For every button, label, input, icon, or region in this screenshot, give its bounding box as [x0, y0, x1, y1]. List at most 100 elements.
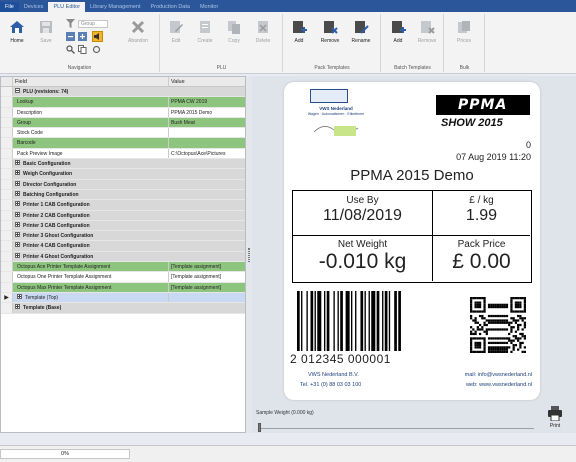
grid-section-row[interactable]: Weigh Configuration: [1, 169, 245, 180]
value-column-header[interactable]: Value: [169, 77, 245, 86]
prices-button[interactable]: Prices: [451, 17, 477, 53]
field-cell[interactable]: Octopus Ace Printer Template Assignment: [13, 262, 169, 272]
pack-remove-button[interactable]: Remove: [317, 17, 343, 53]
grid-field-row[interactable]: Octopus Max Printer Template Assignment […: [1, 282, 245, 293]
value-cell[interactable]: [169, 231, 245, 240]
value-cell[interactable]: [169, 303, 245, 312]
field-cell[interactable]: Batching Configuration: [13, 190, 169, 199]
print-button[interactable]: Print: [542, 406, 568, 432]
expand-icon[interactable]: [15, 232, 20, 238]
copy-button[interactable]: Copy: [221, 17, 247, 53]
grid-section-row[interactable]: Template (Base): [1, 303, 245, 314]
batch-remove-button[interactable]: Remove: [414, 17, 440, 53]
abandon-button[interactable]: Abandon: [122, 17, 154, 53]
grid-field-row[interactable]: Pack Preview Image C:\Octopus\Ace\Picture…: [1, 148, 245, 160]
pack-add-button[interactable]: Add: [286, 17, 312, 53]
field-cell[interactable]: Description: [13, 107, 169, 117]
field-cell[interactable]: Octopus One Printer Template Assignment: [13, 272, 169, 282]
grid-field-row[interactable]: Octopus Ace Printer Template Assignment […: [1, 262, 245, 273]
edit-button[interactable]: Edit: [163, 17, 189, 53]
field-cell[interactable]: Printer 4 Ghost Configuration: [13, 252, 169, 261]
batch-add-button[interactable]: Add: [385, 17, 411, 53]
file-menu[interactable]: File: [0, 2, 19, 12]
grid-section-row[interactable]: ▶ Template (Top): [1, 292, 245, 304]
value-cell[interactable]: C:\Octopus\Ace\Pictures: [169, 148, 245, 159]
field-cell[interactable]: Printer 3 Ghost Configuration: [13, 231, 169, 240]
grid-field-row[interactable]: Lookup PPMA CW 2019: [1, 97, 245, 108]
grid-section-row[interactable]: PLU (revisions: 74): [1, 87, 245, 98]
grid-section-row[interactable]: Printer 1 CAB Configuration: [1, 200, 245, 211]
field-column-header[interactable]: Field: [13, 77, 169, 86]
expand-icon[interactable]: [15, 211, 20, 217]
grid-field-row[interactable]: Group Bush Meat: [1, 117, 245, 129]
grid-section-row[interactable]: Printer 2 CAB Configuration: [1, 210, 245, 221]
grid-field-row[interactable]: Stock Code: [1, 128, 245, 139]
value-cell[interactable]: [169, 169, 245, 178]
field-cell[interactable]: Lookup: [13, 97, 169, 107]
value-cell[interactable]: [169, 200, 245, 209]
value-cell[interactable]: [Template assignment]: [169, 272, 245, 282]
sample-weight-slider[interactable]: [258, 423, 534, 432]
grid-section-row[interactable]: Basic Configuration: [1, 159, 245, 170]
expand-icon[interactable]: [78, 32, 87, 41]
field-cell[interactable]: Stock Code: [13, 128, 169, 138]
field-cell[interactable]: Template (Top): [13, 292, 169, 303]
expand-icon[interactable]: [15, 170, 20, 176]
value-cell[interactable]: [Template assignment]: [169, 262, 245, 272]
field-cell[interactable]: Printer 2 CAB Configuration: [13, 211, 169, 220]
value-cell[interactable]: [Template assignment]: [169, 282, 245, 292]
value-cell[interactable]: [169, 211, 245, 220]
field-cell[interactable]: Director Configuration: [13, 180, 169, 189]
collapse-icon[interactable]: [15, 88, 20, 93]
value-cell[interactable]: [169, 128, 245, 138]
field-cell[interactable]: Octopus Max Printer Template Assignment: [13, 282, 169, 292]
value-cell[interactable]: [169, 87, 245, 96]
field-cell[interactable]: PLU (revisions: 74): [13, 87, 169, 96]
field-cell[interactable]: Pack Preview Image: [13, 148, 169, 159]
grid-field-row[interactable]: Octopus One Printer Template Assignment […: [1, 272, 245, 283]
expand-icon[interactable]: [15, 304, 20, 310]
search-icon[interactable]: [66, 45, 75, 54]
expand-icon[interactable]: [17, 293, 22, 299]
field-cell[interactable]: Basic Configuration: [13, 159, 169, 168]
expand-icon[interactable]: [15, 190, 20, 196]
copy-icon[interactable]: [78, 45, 87, 54]
grid-section-row[interactable]: Printer 3 CAB Configuration: [1, 220, 245, 232]
field-cell[interactable]: Printer 1 CAB Configuration: [13, 200, 169, 209]
value-cell[interactable]: PPMA 2015 Demo: [169, 107, 245, 117]
pack-rename-button[interactable]: Rename: [348, 17, 374, 53]
grid-section-row[interactable]: Batching Configuration: [1, 189, 245, 201]
grid-section-row[interactable]: Printer 4 Ghost Configuration: [1, 251, 245, 263]
expand-icon[interactable]: [15, 221, 20, 227]
value-cell[interactable]: [169, 180, 245, 189]
value-cell[interactable]: [169, 241, 245, 250]
value-cell[interactable]: [169, 190, 245, 199]
create-button[interactable]: Create: [192, 17, 218, 53]
value-cell[interactable]: Bush Meat: [169, 117, 245, 128]
value-cell[interactable]: [169, 292, 245, 303]
slider-thumb[interactable]: [258, 423, 261, 432]
home-button[interactable]: Home: [4, 17, 30, 53]
expand-icon[interactable]: [15, 180, 20, 186]
expand-icon[interactable]: [15, 242, 20, 248]
grid-section-row[interactable]: Printer 4 CAB Configuration: [1, 241, 245, 252]
delete-button[interactable]: Delete: [250, 17, 276, 53]
group-selector[interactable]: Group: [78, 20, 108, 28]
speaker-icon[interactable]: [92, 31, 103, 42]
field-cell[interactable]: Printer 4 CAB Configuration: [13, 241, 169, 250]
field-cell[interactable]: Weigh Configuration: [13, 169, 169, 178]
field-cell[interactable]: Group: [13, 117, 169, 128]
grid-section-row[interactable]: Director Configuration: [1, 179, 245, 190]
splitter-grip[interactable]: [248, 248, 250, 262]
tab-monitor[interactable]: Monitor: [195, 2, 223, 12]
expand-icon[interactable]: [15, 252, 20, 258]
refresh-icon[interactable]: [92, 45, 101, 54]
expand-icon[interactable]: [15, 201, 20, 207]
grid-field-row[interactable]: Barcode: [1, 138, 245, 149]
value-cell[interactable]: [169, 221, 245, 230]
value-cell[interactable]: [169, 252, 245, 261]
tab-production-data[interactable]: Production Data: [146, 2, 195, 12]
expand-icon[interactable]: [15, 160, 20, 166]
tab-plu-editor[interactable]: PLU Editor: [48, 2, 86, 12]
save-button[interactable]: Save: [33, 17, 59, 53]
